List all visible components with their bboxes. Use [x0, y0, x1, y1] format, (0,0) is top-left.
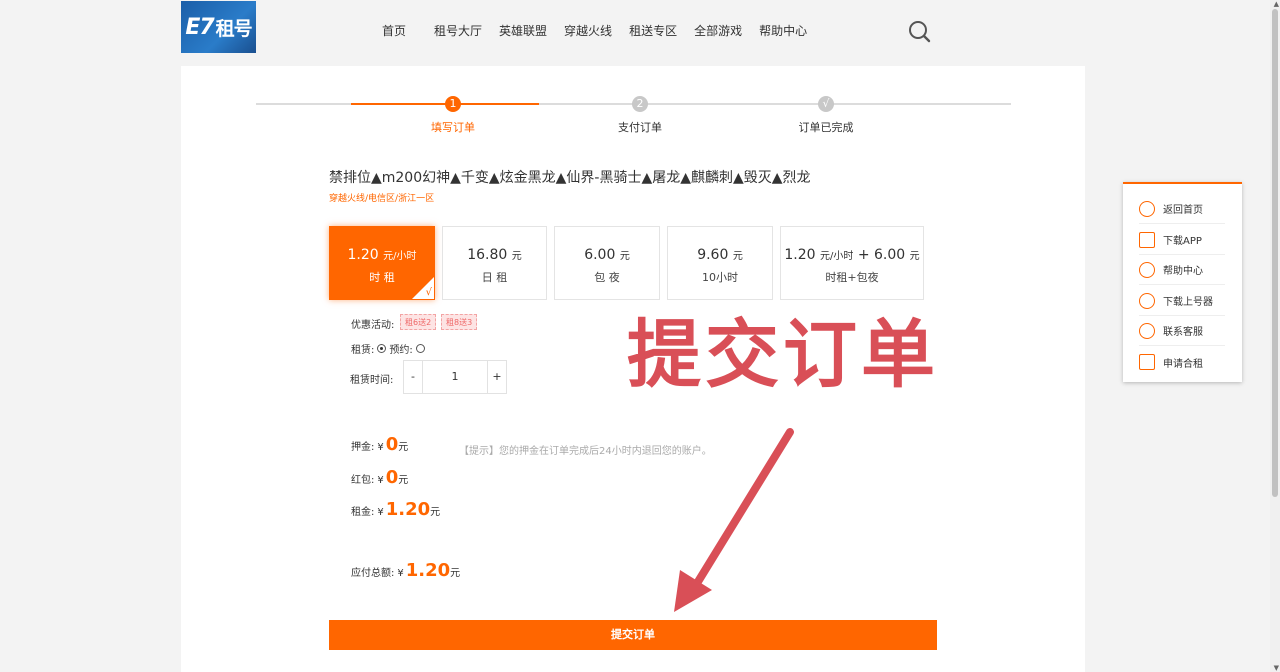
total-row: 应付总额: ¥ 1.20 元 [351, 560, 461, 581]
refresh-icon [1139, 200, 1155, 217]
nav-lol[interactable]: 英雄联盟 [499, 22, 547, 39]
sidebar-item-shared-rent[interactable]: 申请合租 [1139, 347, 1225, 377]
option-hourly-plus-overnight[interactable]: 1.20 元/小时 + 6.00 元 时租+包夜 [780, 226, 924, 300]
step-pay-order: 2 支付订单 [618, 96, 662, 134]
product-title: 禁排位▲m200幻神▲千变▲炫金黑龙▲仙界-黑骑士▲屠龙▲麒麟刺▲毁灭▲烈龙 [329, 170, 811, 186]
annotation-arrow-icon [674, 428, 794, 612]
download-circle-icon [1139, 292, 1155, 309]
check-icon: √ [425, 287, 432, 298]
nav-help[interactable]: 帮助中心 [759, 22, 807, 39]
duration-plus-button[interactable]: + [488, 361, 506, 393]
submit-order-button[interactable]: 提交订单 [329, 620, 937, 650]
sidebar-item-home[interactable]: 返回首页 [1139, 194, 1225, 224]
duration-input[interactable]: 1 [422, 361, 488, 393]
nav-home[interactable]: 首页 [382, 22, 406, 39]
site-logo[interactable]: E7 租号 [181, 1, 256, 53]
option-overnight[interactable]: 6.00 元 包 夜 [554, 226, 660, 300]
rent-fee-row: 租金: ¥ 1.20 元 [351, 499, 441, 520]
annotation-label: 提交订单 [627, 312, 939, 398]
promo-badge-2[interactable]: 租8送3 [441, 314, 478, 330]
sidebar-item-download-login-tool[interactable]: 下载上号器 [1139, 286, 1225, 316]
duration-stepper: - 1 + [403, 360, 507, 394]
step-fill-order: 1 填写订单 [431, 96, 475, 134]
option-10-hours[interactable]: 9.60 元 10小时 [667, 226, 773, 300]
step-order-complete: √ 订单已完成 [798, 96, 854, 134]
nav-cf[interactable]: 穿越火线 [564, 22, 612, 39]
question-icon [1139, 261, 1155, 278]
search-icon[interactable] [907, 19, 931, 43]
right-sidebar: 返回首页 下载APP 帮助中心 下载上号器 联系客服 申请合租 [1123, 182, 1242, 382]
page-scrollbar[interactable]: ▲ ▼ [1270, 0, 1280, 672]
option-hourly[interactable]: 1.20 元/小时 时 租 √ [329, 226, 435, 300]
nav-rent-gift[interactable]: 租送专区 [629, 22, 677, 39]
scroll-up-icon[interactable]: ▲ [1274, 0, 1279, 8]
promo-label: 优惠活动: [351, 320, 395, 331]
promo-badge-1[interactable]: 租6送2 [400, 314, 437, 330]
product-region: 穿越火线/电信区/浙江一区 [329, 194, 435, 204]
option-daily[interactable]: 16.80 元 日 租 [442, 226, 547, 300]
sidebar-item-help[interactable]: 帮助中心 [1139, 255, 1225, 285]
duration-label: 租赁时间: [350, 375, 394, 386]
scroll-down-icon[interactable]: ▼ [1274, 664, 1279, 672]
deposit-row: 押金: ¥ 0 元 [351, 434, 409, 455]
rent-mode-row: 租赁: 预约: [351, 341, 428, 356]
reserve-radio[interactable] [415, 344, 425, 353]
rent-now-radio[interactable] [377, 344, 387, 353]
duration-minus-button[interactable]: - [404, 361, 422, 393]
scroll-thumb[interactable] [1272, 9, 1278, 497]
redpacket-row: 红包: ¥ 0 元 [351, 467, 409, 488]
sidebar-item-contact-support[interactable]: 联系客服 [1139, 316, 1225, 346]
nav-all-games[interactable]: 全部游戏 [694, 22, 742, 39]
sidebar-item-download-app[interactable]: 下载APP [1139, 225, 1225, 255]
door-icon [1139, 354, 1155, 370]
header: E7 租号 首页 租号大厅 英雄联盟 穿越火线 租送专区 全部游戏 帮助中心 [0, 0, 1270, 62]
download-icon [1139, 231, 1155, 248]
nav-rent-hall[interactable]: 租号大厅 [434, 22, 482, 39]
main-nav: 首页 租号大厅 英雄联盟 穿越火线 租送专区 全部游戏 帮助中心 [382, 22, 807, 39]
headset-icon [1139, 322, 1155, 339]
